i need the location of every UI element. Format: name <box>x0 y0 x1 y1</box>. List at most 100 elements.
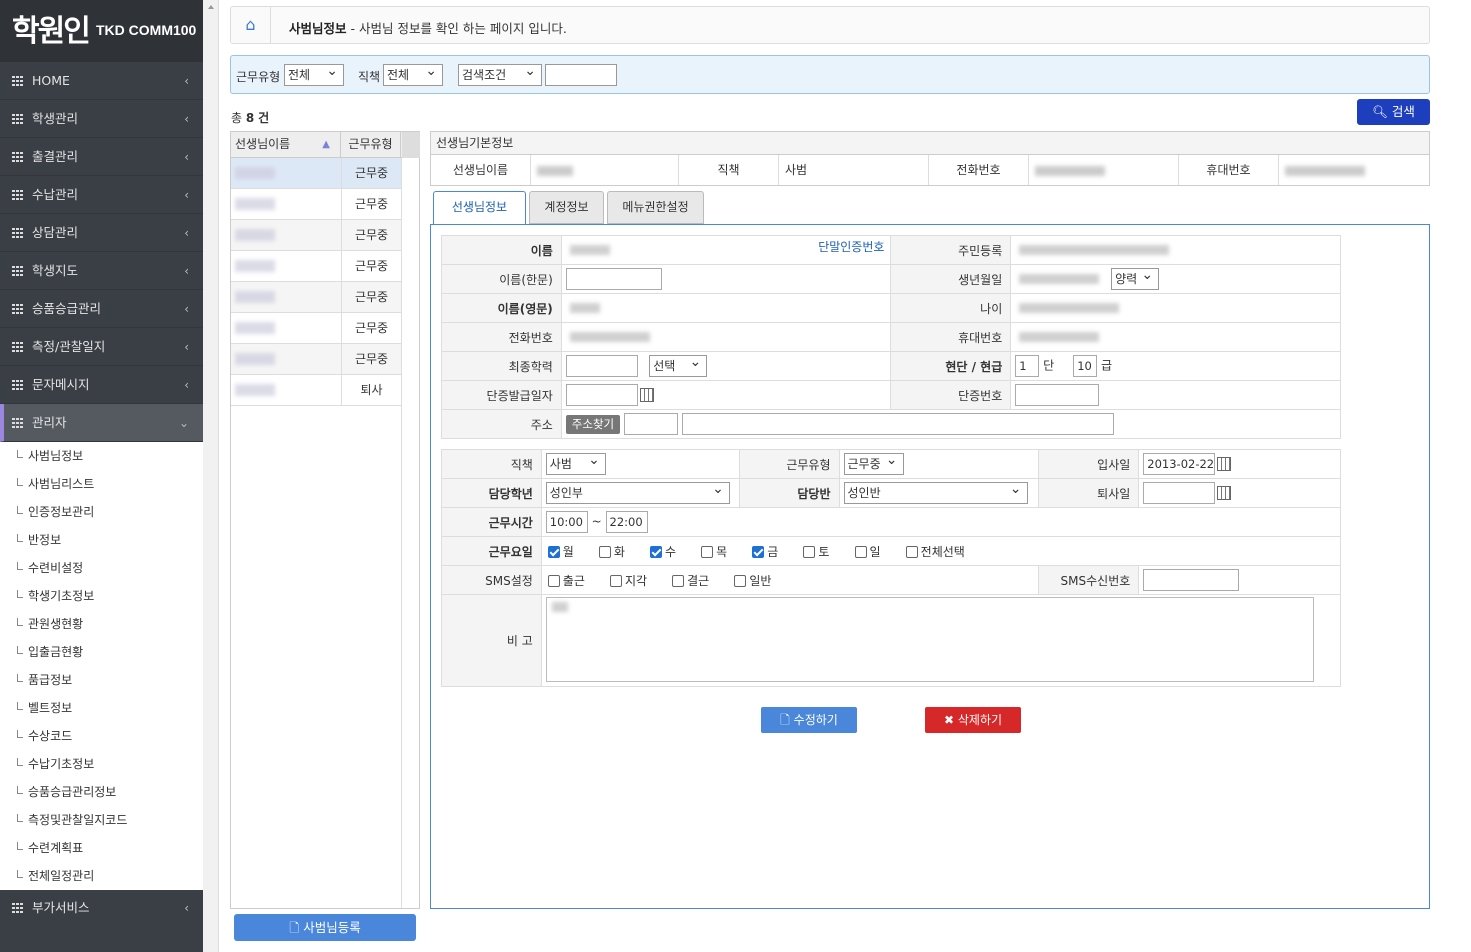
menu-item-addon[interactable]: 부가서비스 ‹ <box>0 889 203 927</box>
column-work-type[interactable]: 근무유형 <box>341 132 401 157</box>
class-select[interactable]: 성인반 <box>843 479 1028 504</box>
submenu-item[interactable]: 학생기초정보 <box>0 582 203 610</box>
join-date-input[interactable]: 2013-02-22 <box>1143 453 1216 475</box>
mobile-input[interactable] <box>1015 326 1112 348</box>
submenu-item[interactable]: 수련계획표 <box>0 834 203 862</box>
menu-item-measure[interactable]: 측정/관찰일지 ‹ <box>0 328 203 366</box>
dan-number-input[interactable] <box>1015 384 1100 406</box>
edit-button[interactable]: 🗋 수정하기 <box>761 707 857 733</box>
submenu-item[interactable]: 반정보 <box>0 526 203 554</box>
search-input[interactable] <box>545 64 617 86</box>
select-all-days-checkbox[interactable] <box>905 546 918 558</box>
grade-select[interactable]: 성인부 <box>545 479 730 504</box>
submenu-item[interactable]: 사범님정보 <box>0 442 203 470</box>
note-textarea[interactable] <box>545 597 1314 682</box>
leave-date-label: 퇴사일 <box>1038 478 1140 508</box>
submenu-item[interactable]: 인증정보관리 <box>0 498 203 526</box>
submenu-item[interactable]: 측정및관찰일지코드 <box>0 806 203 834</box>
submenu-item[interactable]: 품급정보 <box>0 666 203 694</box>
search-button[interactable]: 🔍︎ 검색 <box>1357 99 1430 125</box>
menu-item-promotion[interactable]: 승품승급관리 ‹ <box>0 290 203 328</box>
calendar-type-select[interactable]: 양력 <box>1111 265 1160 290</box>
menu-item-counsel[interactable]: 상담관리 ‹ <box>0 214 203 252</box>
sms-absent-checkbox[interactable] <box>672 575 685 587</box>
day-thu-checkbox[interactable] <box>701 546 714 558</box>
home-icon[interactable]: ⌂ <box>231 7 271 43</box>
submenu-item[interactable]: 사범님리스트 <box>0 470 203 498</box>
resident-number-fields[interactable] <box>1015 239 1176 261</box>
sms-number-input[interactable] <box>1143 569 1240 591</box>
menu-item-attendance[interactable]: 출결관리 ‹ <box>0 138 203 176</box>
find-address-button[interactable]: 주소찾기 <box>565 414 621 434</box>
list-row[interactable]: 근무중 <box>231 282 401 313</box>
name-hanja-input[interactable] <box>565 268 662 290</box>
list-row[interactable]: 근무중 <box>231 313 401 344</box>
day-fri-checkbox[interactable] <box>752 546 765 558</box>
day-wed-checkbox[interactable] <box>650 546 663 558</box>
education-select[interactable]: 선택 <box>649 352 708 377</box>
time-to-input[interactable]: 22:00 <box>605 511 648 533</box>
tab-account-info[interactable]: 계정정보 <box>529 191 604 224</box>
sms-late-checkbox[interactable] <box>609 575 622 587</box>
sms-checkin-checkbox[interactable] <box>547 575 560 587</box>
name-field[interactable] <box>565 239 696 261</box>
tab-menu-permission[interactable]: 메뉴권한설정 <box>607 191 704 224</box>
address-input[interactable] <box>681 413 1114 435</box>
position-select[interactable]: 전체 <box>383 61 443 86</box>
column-name[interactable]: 선생님이름 ▲ <box>231 132 341 157</box>
row-status: 근무중 <box>341 313 401 343</box>
list-row[interactable]: 근무중 <box>231 251 401 282</box>
dan-issue-input[interactable] <box>565 384 638 406</box>
sidebar-scrollbar[interactable] <box>203 0 219 952</box>
education-input[interactable] <box>565 355 638 377</box>
register-teacher-button[interactable]: 🗋 사범님등록 <box>234 914 416 941</box>
submenu-item[interactable]: 수납기초정보 <box>0 750 203 778</box>
menu-item-home[interactable]: HOME ‹ <box>0 62 203 100</box>
menu-item-students[interactable]: 학생관리 ‹ <box>0 100 203 138</box>
menu-item-sms[interactable]: 문자메시지 ‹ <box>0 366 203 404</box>
phone-input[interactable] <box>565 326 662 348</box>
day-sun-checkbox[interactable] <box>854 546 867 558</box>
work-type-select[interactable]: 전체 <box>284 61 344 86</box>
calendar-icon[interactable] <box>639 388 654 402</box>
list-row[interactable]: 근무중 <box>231 158 401 189</box>
day-tue-checkbox[interactable] <box>598 546 611 558</box>
day-sat-checkbox[interactable] <box>803 546 816 558</box>
work-type-select[interactable]: 근무중 <box>843 450 904 475</box>
logo[interactable]: 학원인 TKD COMM100 <box>0 0 203 62</box>
sms-general-checkbox[interactable] <box>734 575 747 587</box>
sms-number-label: SMS수신번호 <box>1038 565 1140 595</box>
submenu-item[interactable]: 전체일정관리 <box>0 862 203 890</box>
device-auth-link[interactable]: 단말인증번호 <box>818 238 884 255</box>
submenu-item[interactable]: 입출금현황 <box>0 638 203 666</box>
submenu-item[interactable]: 승품승급관리정보 <box>0 778 203 806</box>
delete-button[interactable]: ✖ 삭제하기 <box>925 707 1021 733</box>
leave-date-input[interactable] <box>1143 482 1216 504</box>
menu-item-guidance[interactable]: 학생지도 ‹ <box>0 252 203 290</box>
zipcode-input[interactable] <box>623 413 678 435</box>
search-condition-select[interactable]: 검색조건 <box>458 61 542 86</box>
position-select[interactable]: 사범 <box>545 450 606 475</box>
row-status: 퇴사 <box>341 375 401 405</box>
day-mon-checkbox[interactable] <box>547 546 560 558</box>
tab-teacher-info[interactable]: 선생님정보 <box>433 191 526 225</box>
list-row[interactable]: 근무중 <box>231 189 401 220</box>
menu-item-payment[interactable]: 수납관리 ‹ <box>0 176 203 214</box>
list-scrollbar[interactable] <box>401 132 420 908</box>
birth-input[interactable] <box>1015 268 1108 290</box>
submenu-item[interactable]: 벨트정보 <box>0 694 203 722</box>
name-en-input[interactable] <box>565 297 662 319</box>
dan-input[interactable]: 1 <box>1015 355 1040 377</box>
submenu-item[interactable]: 관원생현황 <box>0 610 203 638</box>
menu-item-admin[interactable]: 관리자 ⌄ <box>0 404 203 442</box>
submenu-item[interactable]: 수련비설정 <box>0 554 203 582</box>
submenu-item[interactable]: 수상코드 <box>0 722 203 750</box>
menu-label: 학생관리 <box>32 111 79 126</box>
gup-input[interactable]: 10 <box>1073 355 1098 377</box>
list-row[interactable]: 퇴사 <box>231 375 401 406</box>
list-row[interactable]: 근무중 <box>231 344 401 375</box>
time-from-input[interactable]: 10:00 <box>545 511 588 533</box>
calendar-icon[interactable] <box>1217 457 1232 471</box>
calendar-icon[interactable] <box>1217 486 1232 500</box>
list-row[interactable]: 근무중 <box>231 220 401 251</box>
